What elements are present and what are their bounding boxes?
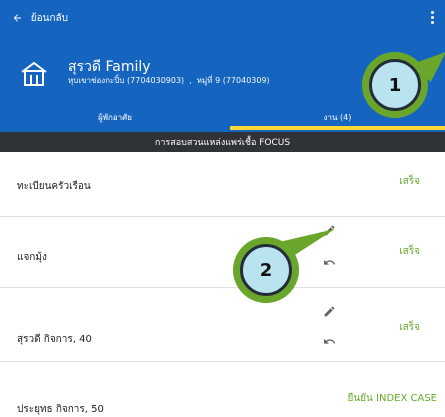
- back-label: ย้อนกลับ: [30, 12, 68, 24]
- arrow-left-icon: [13, 14, 21, 22]
- task-title: ทะเบียนครัวเรือน: [17, 181, 91, 192]
- task-title: สุรวดี กิจการ, 40: [17, 334, 92, 345]
- task-status: ยืนยัน INDEX CASE: [347, 393, 437, 404]
- edit-button[interactable]: [320, 302, 338, 320]
- undo-button[interactable]: [320, 253, 338, 271]
- task-status: เสร็จ: [399, 176, 420, 187]
- household-address: หุบเขาช่องกะปิ้บ (7704030903), หมู่ที่ 9 …: [68, 74, 270, 87]
- tab-residents[interactable]: ผู้พักอาศัย: [0, 102, 230, 132]
- task-row-household-register[interactable]: ทะเบียนครัวเรือน เสร็จ: [0, 152, 445, 217]
- subdistrict-text: หุบเขาช่องกะปิ้บ (7704030903): [68, 76, 185, 85]
- pencil-icon: [324, 306, 334, 316]
- address-separator: ,: [189, 76, 192, 85]
- task-row-person-surawadee[interactable]: สุรวดี กิจการ, 40 เสร็จ: [0, 288, 445, 362]
- task-title: แจกมุ้ง: [17, 252, 47, 263]
- active-tab-indicator: [230, 126, 445, 130]
- callout-marker-2: 2: [233, 229, 335, 303]
- callout-number: 1: [369, 59, 421, 111]
- callout-marker-1: 1: [362, 52, 445, 118]
- village-text: หมู่ที่ 9 (77040309): [196, 76, 270, 85]
- more-vert-icon[interactable]: [425, 6, 439, 28]
- back-button[interactable]: ย้อนกลับ: [12, 7, 68, 29]
- house-icon: [21, 61, 47, 86]
- task-status: เสร็จ: [399, 246, 420, 257]
- task-row-mosquito-net[interactable]: แจกมุ้ง เสร็จ: [0, 217, 445, 288]
- callout-number: 2: [240, 244, 292, 296]
- task-row-person-prayut[interactable]: ประยุทธ กิจการ, 50 ยืนยัน INDEX CASE: [0, 362, 445, 417]
- undo-button[interactable]: [320, 332, 338, 350]
- undo-icon: [323, 259, 335, 265]
- undo-icon: [323, 338, 335, 344]
- task-title: ประยุทธ กิจการ, 50: [17, 404, 104, 415]
- section-header: การสอบสวนแหล่งแพร่เชื้อ FOCUS: [0, 132, 445, 152]
- task-status: เสร็จ: [399, 322, 420, 333]
